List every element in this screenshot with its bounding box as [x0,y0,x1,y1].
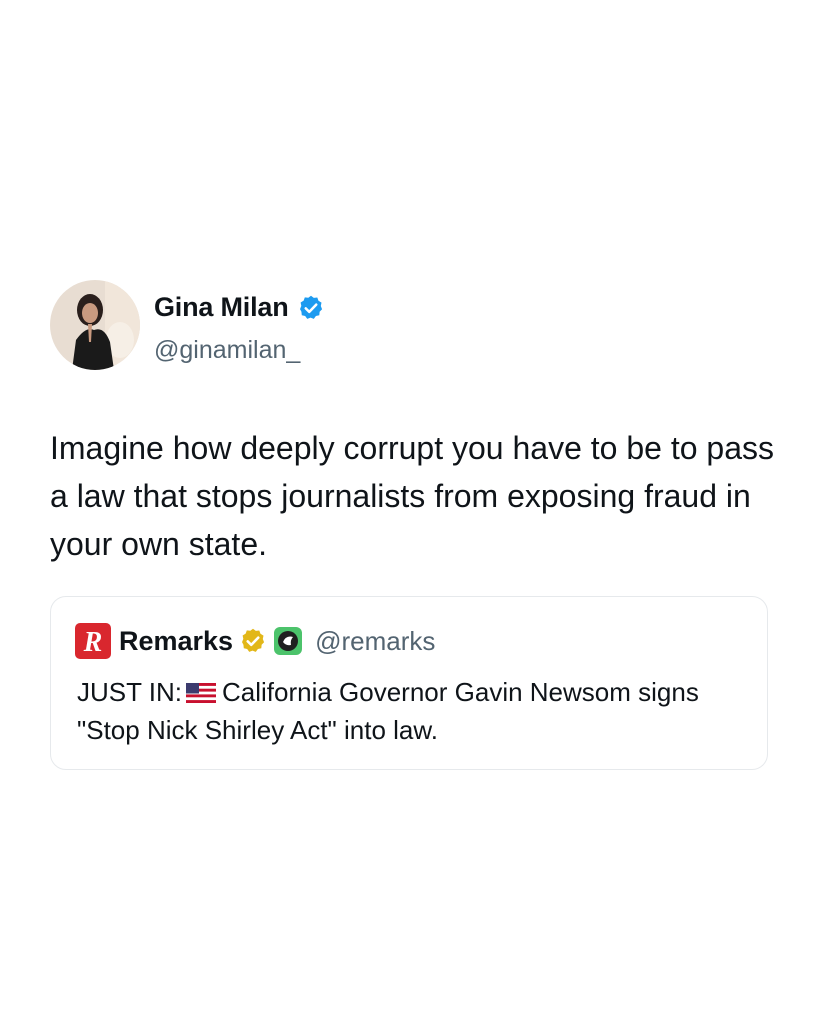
us-flag-icon [185,675,216,703]
author-handle[interactable]: @ginamilan_ [154,336,300,365]
quoted-handle[interactable]: @remarks [315,626,435,657]
gold-verified-badge-icon [239,627,267,655]
quoted-tweet-text: JUST IN: California Governor Gavin Newso… [77,673,757,749]
quoted-tweet-header: R Remarks @remarks [75,623,435,659]
remarks-logo-letter: R [83,627,103,658]
quoted-tweet[interactable]: R Remarks @remarks JUST IN: California G… [50,596,768,770]
author-display-name[interactable]: Gina Milan [154,292,289,323]
remarks-logo-icon: R [75,623,111,659]
tweet-header: Gina Milan @ginamilan_ [50,280,770,376]
tweet-card: Gina Milan @ginamilan_ Imagine how deepl… [50,280,774,770]
quoted-text-prefix: JUST IN: [77,677,182,707]
verified-badge-icon [297,294,325,322]
tweet-text: Imagine how deeply corrupt you have to b… [50,430,774,562]
affiliate-badge-icon [273,626,303,656]
author-name-row: Gina Milan [154,292,325,323]
avatar[interactable] [50,280,140,370]
quoted-display-name[interactable]: Remarks [119,626,233,657]
